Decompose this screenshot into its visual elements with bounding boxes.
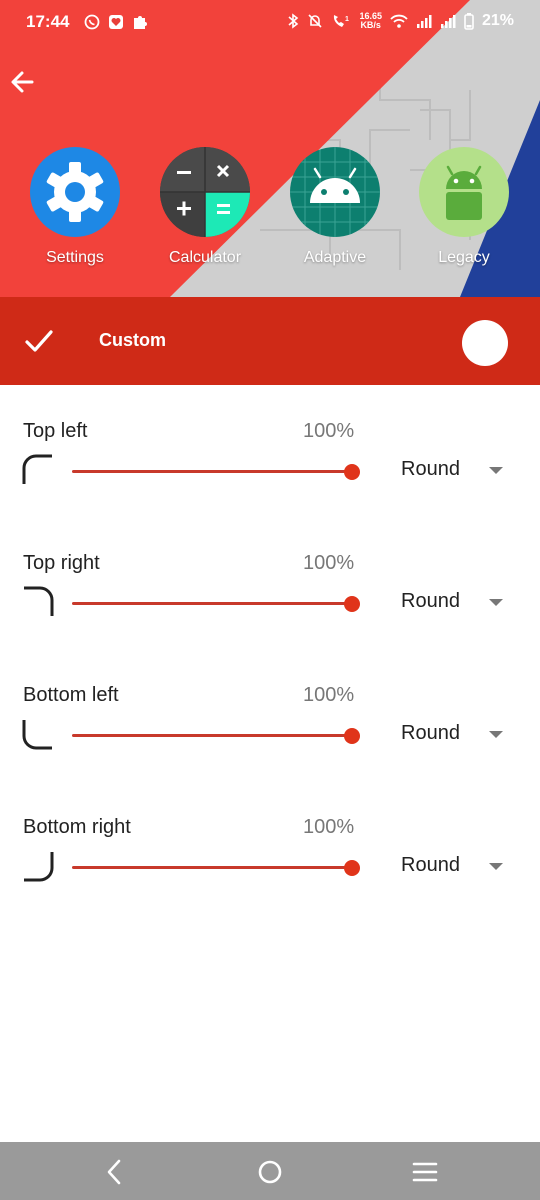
preview-icon-calculator: Calculator (150, 147, 260, 267)
slider-track (72, 734, 352, 737)
back-arrow-icon[interactable] (8, 64, 40, 100)
nav-home-icon[interactable] (256, 1158, 284, 1186)
shape-dropdown[interactable]: Round (400, 722, 510, 752)
slider-track (72, 602, 352, 605)
battery-icon (464, 12, 474, 30)
mute-icon (308, 14, 323, 28)
status-time: 17:44 (26, 12, 70, 31)
slider-thumb[interactable] (344, 728, 360, 744)
top-right-corner-icon (24, 586, 54, 616)
bottom-right-corner-icon (24, 852, 54, 882)
corner-row-top-right: Top right 100% Round (0, 552, 540, 652)
speed-unit: KB/s (360, 20, 381, 30)
corner-percent: 100% (303, 816, 355, 838)
call-icon: 1 (334, 15, 349, 27)
corner-percent: 100% (303, 684, 355, 706)
heart-icon (109, 15, 123, 29)
android-legacy-icon (446, 165, 482, 220)
check-icon[interactable] (22, 325, 56, 357)
nav-back-icon[interactable] (100, 1158, 128, 1186)
bluetooth-icon (288, 13, 299, 29)
preview-icon-adaptive: Adaptive (280, 147, 390, 267)
preview-icon-legacy: Legacy (409, 147, 519, 267)
shape-dropdown-value: Round (401, 722, 460, 744)
preview-label-calculator: Calculator (168, 249, 242, 266)
color-picker-button[interactable] (462, 320, 508, 366)
calculator-icon (160, 147, 250, 237)
shape-dropdown-value: Round (401, 590, 460, 612)
signal-icon (416, 15, 432, 28)
slider-thumb[interactable] (344, 464, 360, 480)
toolbar-title: Custom (99, 330, 166, 350)
bottom-left-corner-icon (22, 720, 52, 750)
corner-row-top-left: Top left 100% Round (0, 420, 540, 520)
dropdown-arrow-icon (489, 731, 503, 738)
shape-dropdown-value: Round (401, 458, 460, 480)
corner-label: Top left (23, 420, 88, 442)
navigation-bar (0, 1142, 540, 1200)
top-left-corner-icon (22, 454, 52, 484)
network-speed: 16.65 KB/s (359, 12, 382, 30)
puzzle-icon (134, 16, 147, 29)
dropdown-arrow-icon (489, 863, 503, 870)
preview-label-adaptive: Adaptive (303, 249, 367, 266)
android-icon (290, 147, 380, 237)
signal-icon (440, 15, 456, 28)
shape-toolbar: Custom (0, 297, 540, 385)
corner-label: Bottom left (23, 684, 119, 706)
shape-dropdown[interactable]: Round (400, 590, 510, 620)
corner-slider[interactable] (72, 728, 360, 744)
slider-track (72, 470, 352, 473)
corner-slider[interactable] (72, 464, 360, 480)
preview-label-legacy: Legacy (438, 249, 490, 266)
dropdown-arrow-icon (489, 599, 503, 606)
corner-label: Bottom right (23, 816, 131, 838)
slider-thumb[interactable] (344, 596, 360, 612)
corner-slider[interactable] (72, 860, 360, 876)
corner-slider[interactable] (72, 596, 360, 612)
preview-icon-settings: Settings (20, 147, 130, 267)
whatsapp-icon (84, 14, 100, 30)
slider-thumb[interactable] (344, 860, 360, 876)
nav-recents-icon[interactable] (411, 1158, 439, 1186)
dropdown-arrow-icon (489, 467, 503, 474)
slider-track (72, 866, 352, 869)
battery-percent: 21% (481, 12, 514, 29)
status-bar: 17:44 1 16.65 KB/s 21% (0, 0, 540, 44)
header-preview: Settings Calculator Adaptive Legacy (0, 0, 540, 297)
corner-percent: 100% (303, 420, 355, 442)
gear-icon (46, 162, 104, 222)
corner-row-bottom-right: Bottom right 100% Round (0, 816, 540, 916)
corner-label: Top right (23, 552, 100, 574)
shape-dropdown[interactable]: Round (400, 458, 510, 488)
svg-text:1: 1 (345, 16, 349, 23)
corner-row-bottom-left: Bottom left 100% Round (0, 684, 540, 784)
wifi-icon (390, 14, 408, 28)
corner-percent: 100% (303, 552, 355, 574)
shape-dropdown-value: Round (401, 854, 460, 876)
preview-label-settings: Settings (46, 249, 104, 266)
shape-dropdown[interactable]: Round (400, 854, 510, 884)
